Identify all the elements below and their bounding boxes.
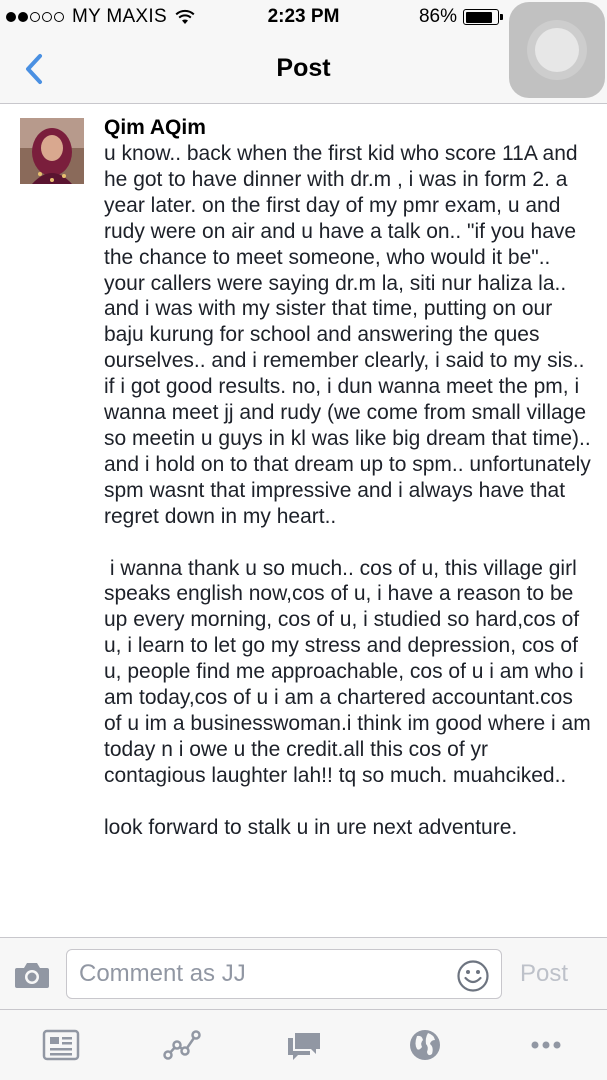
post-body-text: u know.. back when the first kid who sco… xyxy=(104,142,591,839)
news-feed-icon xyxy=(42,1029,79,1061)
globe-icon xyxy=(409,1030,440,1060)
tab-globe[interactable] xyxy=(364,1010,485,1080)
more-icon xyxy=(531,1041,561,1049)
tab-activity[interactable] xyxy=(121,1010,242,1080)
status-right: 86% xyxy=(418,6,503,28)
post-content[interactable]: Qim AQim u know.. back when the first ki… xyxy=(0,104,607,936)
post-comment-button[interactable]: Post xyxy=(520,960,568,988)
tab-bar xyxy=(0,1009,607,1080)
tab-messages[interactable] xyxy=(243,1010,364,1080)
tab-news-feed[interactable] xyxy=(0,1010,121,1080)
comment-bar: Post xyxy=(0,937,607,1009)
messages-icon xyxy=(287,1033,320,1060)
tab-more[interactable] xyxy=(486,1010,607,1080)
avatar[interactable] xyxy=(20,118,84,184)
assistive-touch-button[interactable] xyxy=(509,2,605,98)
battery-icon xyxy=(463,9,503,25)
emoji-icon[interactable] xyxy=(456,959,490,993)
battery-percent: 86% xyxy=(418,6,457,27)
battery-fill xyxy=(465,11,493,23)
comment-input[interactable] xyxy=(66,949,502,999)
activity-icon xyxy=(163,1030,201,1060)
camera-icon[interactable] xyxy=(14,960,50,990)
post-author-name[interactable]: Qim AQim xyxy=(104,116,206,140)
